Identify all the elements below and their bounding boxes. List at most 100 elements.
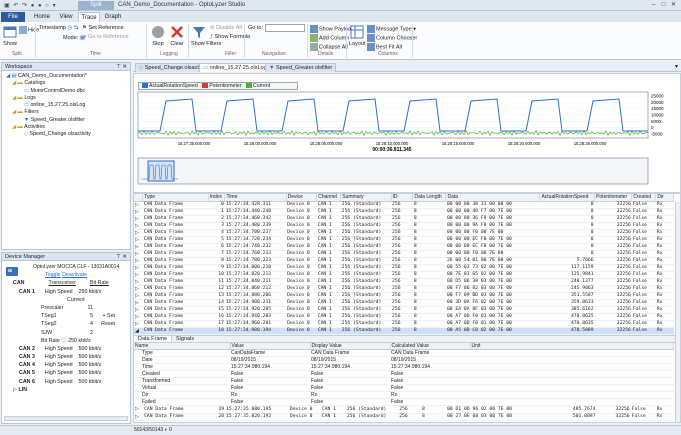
expand-icon[interactable]: ▷ [134,306,143,314]
expand-icon[interactable]: ▷ [134,299,143,307]
disable-all-button[interactable]: ⊘ Disable All [210,25,242,31]
column-header[interactable]: Data [445,194,541,202]
table-row[interactable]: ▷ CAN Data Frame 16 15:27:34.940.203 Device … [134,313,674,321]
legend-item[interactable]: Potentiometer [199,83,242,89]
table-row[interactable]: ▷ CAN Data Frame 6 15:27:34.740.232 Device 0… [134,243,674,251]
detail-row[interactable]: Dir Rx Rx Rx [134,391,674,399]
detail-row[interactable]: Virtual False False False [134,384,674,392]
detail-column-header[interactable]: Value [230,342,311,350]
table-row[interactable]: ▷ CAN Data Frame 10 15:27:34.820.213 Device … [134,271,674,279]
signal-graph[interactable]: ActualRotationSpeed Potentiometer Curren… [133,73,681,193]
stop-button[interactable]: Stop [150,25,166,47]
detail-column-header[interactable]: Name [134,342,231,350]
go-to-input[interactable] [265,24,305,32]
deactivate-link[interactable]: Deactivate [62,272,87,278]
show-payload-button[interactable]: Show Payload [310,25,354,33]
table-row[interactable]: ▷ CAN Data Frame 19 15:27:35.000.195 Device … [134,406,674,414]
lin-row[interactable]: ▷ LIN [5,386,127,394]
tree-item-filters[interactable]: ◢ ▬ Filters [4,109,128,116]
table-row[interactable]: ▷ CAN Data Frame 0 15:27:34.428.311 Device 0… [134,201,674,209]
channel-row[interactable]: CAN 1 High Speed 250 kbit/s [5,288,127,296]
column-header[interactable]: Data Length [412,194,447,202]
doc-tab-filter[interactable]: ▼ Speed_Greater.olsfilter [265,63,337,72]
expand-icon[interactable]: ▷ [134,320,143,328]
quick-access-toolbar[interactable]: ▣ ↶ ↷ ● ● ○ ▾ [4,2,57,9]
expand-icon[interactable]: ▷ [134,257,143,265]
tree-item-log[interactable]: ▭ online_15.27.25.olsLog [4,102,128,109]
tree-item-activity[interactable]: ◇ Speed_Change.olsactivity [4,131,128,138]
expand-icon[interactable]: ▷ [134,313,143,321]
detail-column-header[interactable]: Unit [470,342,674,350]
tree-item-project[interactable]: ◢ ▤ CAN_Demo_Documentation* [4,73,128,80]
tree-item-logs[interactable]: ◢ ▬ Logs [4,95,128,102]
tree-item-activities[interactable]: ◢ ▬ Activities [4,124,128,131]
expand-icon[interactable]: ▷ [134,292,143,300]
detail-row[interactable]: Created False False False [134,370,674,378]
detail-row[interactable]: Type CanDataFrame CAN Data Frame CAN Data F… [134,349,674,357]
legend-item[interactable]: Current [243,83,270,89]
table-row[interactable]: ▷ CAN Data Frame 17 15:27:34.960.201 Device … [134,320,674,328]
tree-item-catalogs[interactable]: ◢ ▬ Catalogs [4,80,128,87]
channel-row[interactable]: CAN 5 High Speed 500 kbit/s [5,369,127,377]
panel-close-icon[interactable]: ⊤ ✕ [116,253,127,261]
expand-icon[interactable]: ▷ [134,222,143,230]
tab-list-icon[interactable]: ▾ [675,63,678,70]
column-header[interactable]: Channel [316,194,342,202]
expand-icon[interactable]: ▷ [134,243,143,251]
collapse-all-button[interactable]: Collapse All [310,43,348,51]
column-header[interactable]: Device [286,194,318,202]
expand-icon[interactable]: ▷ [134,413,144,421]
maximize-button[interactable]: □ [659,1,668,9]
toggle-link[interactable]: Toggle [45,272,61,278]
channel-row[interactable]: CAN 3 High Speed 500 kbit/s [5,353,127,361]
layout-button[interactable]: Layout [349,25,366,47]
tab-trace[interactable]: Trace [78,12,100,22]
detail-row[interactable]: Time 15:27:34.980.194 15:27:34.980.194 15:2… [134,363,674,371]
table-row[interactable]: ▷ CAN Data Frame 8 15:27:34.780.223 Device 0… [134,257,674,265]
column-header[interactable]: Summary [340,194,392,202]
expand-icon[interactable]: ▷ [134,285,143,293]
expand-icon[interactable]: ▷ [134,278,143,286]
table-row[interactable]: ▷ CAN Data Frame 7 15:27:34.760.233 Device 0… [134,250,674,258]
tab-view[interactable]: View [56,12,76,22]
tree-item-filter[interactable]: ▼ Speed_Greater.olsfilter [4,117,128,124]
channel-row[interactable]: CAN 2 High Speed 500 kbit/s [5,345,127,353]
detail-column-header[interactable]: Display Value [310,342,391,350]
column-header[interactable]: Dir [655,194,674,202]
column-header[interactable]: Type [142,194,209,202]
tab-graph[interactable]: Graph [102,12,124,22]
show-button[interactable]: Show [3,25,17,47]
table-row[interactable]: ▷ CAN Data Frame 14 15:27:34.900.211 Device … [134,299,674,307]
table-row[interactable]: ▷ CAN Data Frame 1 15:27:34.440.248 Device 0… [134,208,674,216]
tab-data-frame[interactable]: Data Frame [134,335,173,342]
detail-row[interactable]: Transformed False False False [134,377,674,385]
message-type-dropdown[interactable]: Message Type ▾ [367,25,416,33]
expand-icon[interactable]: ▷ [134,201,143,209]
column-header[interactable]: ActualRotationSpeed [539,194,596,202]
table-row[interactable]: ▷ CAN Data Frame 15 15:27:34.920.205 Device … [134,306,674,314]
clear-button[interactable]: Clear [169,25,185,47]
expand-icon[interactable]: ▷ [134,236,143,244]
column-header[interactable]: Created [631,194,657,202]
channel-row[interactable]: CAN 6 High Speed 500 kbit/s [5,378,127,386]
table-row[interactable]: ▷ CAN Data Frame 2 15:27:34.460.342 Device 0… [134,215,674,223]
detail-column-header[interactable]: Calculated Value [390,342,471,350]
expand-icon[interactable]: ▷ [134,208,143,216]
detail-row[interactable]: Date 08/19/2015 08/19/2015 08/19/2015 [134,356,674,364]
expand-icon[interactable]: ▷ [134,215,143,223]
tab-file[interactable]: File [1,12,25,22]
horizontal-scrollbar[interactable] [4,416,128,421]
hide-button[interactable]: Hide [19,26,39,34]
legend-item[interactable]: ActualRotationSpeed [139,83,198,89]
expand-icon[interactable]: ◢ [134,327,143,335]
column-header[interactable]: Potentiometer [594,194,633,202]
tree-item-dbc[interactable]: ▭ MotorControlDemo.dbc [4,88,128,95]
expand-icon[interactable]: ▷ [134,250,143,258]
tab-home[interactable]: Home [30,12,54,22]
set-button[interactable]: + Set [93,312,115,320]
best-fit-all-button[interactable]: Best Fit All [367,43,402,51]
detail-row[interactable]: Failed False False False [134,398,674,406]
table-row[interactable]: ▷ CAN Data Frame 9 15:27:34.800.210 Device 0… [134,264,674,272]
add-column-button[interactable]: Add Column [310,34,349,42]
column-header[interactable]: Time [224,194,287,202]
